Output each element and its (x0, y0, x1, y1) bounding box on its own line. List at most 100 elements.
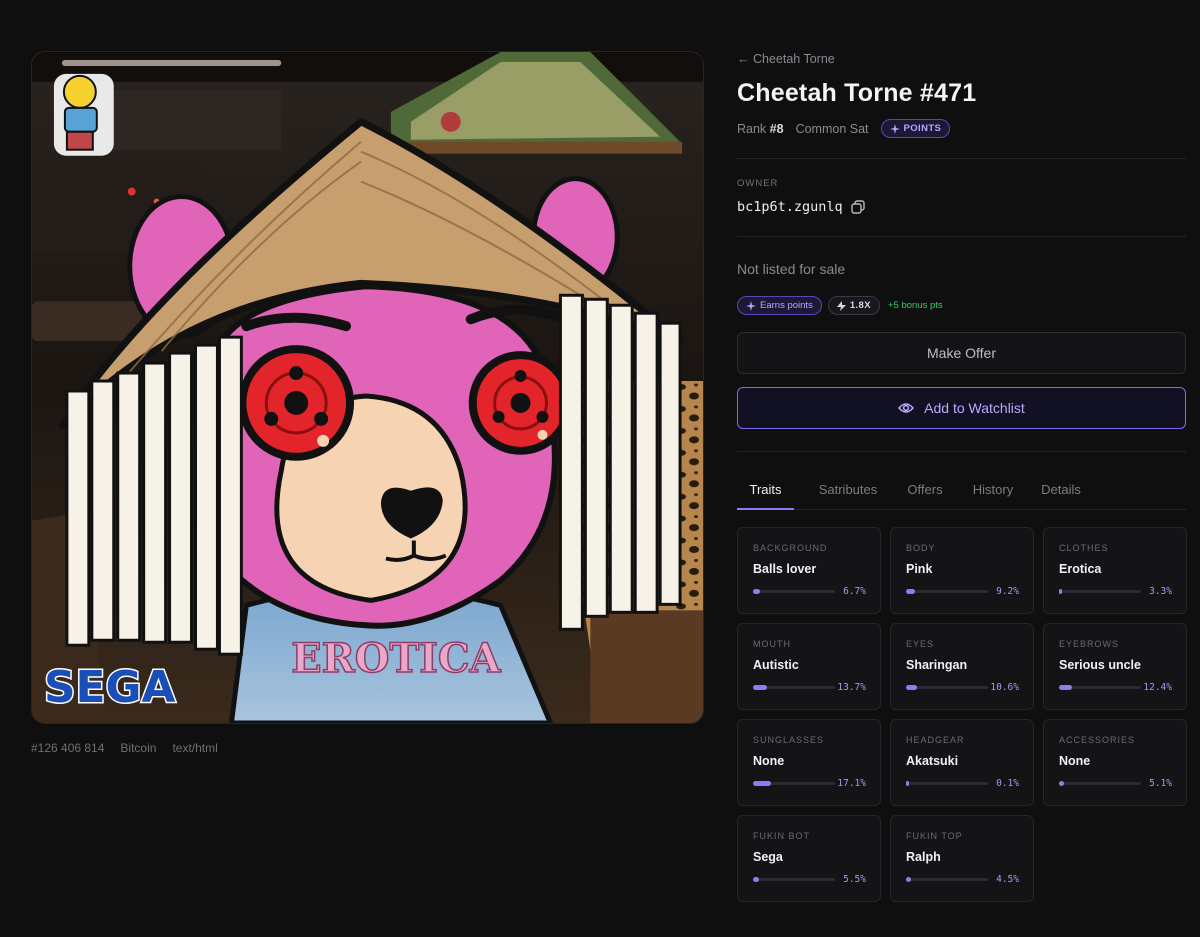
trait-type: CLOTHES (1059, 543, 1109, 553)
trait-rarity-bar (906, 877, 988, 882)
trait-type: BODY (906, 543, 936, 553)
trait-rarity-fill (906, 589, 916, 594)
earns-points-badge[interactable]: Earns points (737, 296, 822, 315)
trait-type: FUKIN TOP (906, 831, 963, 841)
trait-card[interactable]: SUNGLASSES None 17.1% (737, 719, 881, 806)
collection-back-link[interactable]: ← Cheetah Torne (737, 52, 835, 66)
sparkle-icon (746, 300, 756, 311)
trait-rarity-bar (753, 781, 835, 786)
make-offer-label: Make Offer (927, 345, 996, 361)
bonus-points: +5 bonus pts (887, 300, 943, 311)
trait-rarity-bar (1059, 589, 1141, 594)
owner-address[interactable]: bc1p6t.zgunlq (737, 199, 865, 215)
trait-rarity-fill (1059, 781, 1065, 786)
tab-label: Details (1041, 482, 1081, 497)
trait-percent: 9.2% (996, 586, 1019, 597)
trait-rarity-fill (1059, 685, 1072, 690)
trait-rarity-fill (753, 877, 759, 882)
trait-type: EYEBROWS (1059, 639, 1120, 649)
copy-icon[interactable] (850, 200, 865, 214)
divider (737, 236, 1186, 237)
trait-percent: 17.1% (837, 778, 866, 789)
trait-percent: 5.5% (843, 874, 866, 885)
sparkle-icon (889, 123, 900, 134)
divider (737, 451, 1186, 452)
divider (737, 158, 1186, 159)
trait-card[interactable]: EYES Sharingan 10.6% (890, 623, 1034, 710)
trait-value: Sega (753, 850, 783, 864)
trait-card[interactable]: BODY Pink 9.2% (890, 527, 1034, 614)
trait-rarity-bar (906, 685, 988, 690)
collection-link-label[interactable]: ← Cheetah Torne (737, 52, 835, 66)
trait-value: Autistic (753, 658, 799, 672)
tab-traits[interactable]: Traits (737, 473, 794, 510)
page-title: Cheetah Torne #471 (737, 79, 977, 107)
trait-card[interactable]: FUKIN BOT Sega 5.5% (737, 815, 881, 902)
multiplier-value: 1.8X (849, 300, 871, 311)
trait-card[interactable]: FUKIN TOP Ralph 4.5% (890, 815, 1034, 902)
tab-history[interactable]: History (968, 473, 1018, 509)
watchlist-label: Add to Watchlist (924, 400, 1025, 416)
trait-card[interactable]: HEADGEAR Akatsuki 0.1% (890, 719, 1034, 806)
rank-info: Rank #8 (737, 122, 784, 136)
tab-label: Offers (907, 482, 943, 497)
trait-percent: 5.1% (1149, 778, 1172, 789)
chain-label: Bitcoin (120, 741, 157, 755)
trait-percent: 3.3% (1149, 586, 1172, 597)
asset-meta: #126 406 814 Bitcoin text/html (31, 741, 218, 755)
tab-details[interactable]: Details (1036, 473, 1086, 509)
trait-type: MOUTH (753, 639, 791, 649)
trait-value: Serious uncle (1059, 658, 1141, 672)
trait-type: ACCESSORIES (1059, 735, 1136, 745)
trait-rarity-fill (753, 589, 760, 594)
listing-status: Not listed for sale (737, 261, 846, 277)
tab-offers[interactable]: Offers (900, 473, 950, 509)
svg-text:SEGA: SEGA (44, 662, 176, 713)
ralph-sticker (53, 73, 114, 156)
trait-value: None (753, 754, 785, 768)
trait-percent: 13.7% (837, 682, 866, 693)
trait-rarity-bar (1059, 781, 1141, 786)
trait-card[interactable]: EYEBROWS Serious uncle 12.4% (1043, 623, 1187, 710)
owner-label: OWNER (737, 178, 779, 189)
rank-row: Rank #8 Common Sat POINTS (737, 119, 951, 138)
make-offer-button[interactable]: Make Offer (737, 332, 1186, 374)
trait-type: FUKIN BOT (753, 831, 811, 841)
trait-rarity-fill (906, 781, 909, 786)
trait-rarity-bar (1059, 685, 1141, 690)
trait-value: Erotica (1059, 562, 1102, 576)
trait-value: Ralph (906, 850, 941, 864)
trait-percent: 6.7% (843, 586, 866, 597)
tab-label: Satributes (818, 482, 878, 497)
trait-type: BACKGROUND (753, 543, 828, 553)
trait-card[interactable]: CLOTHES Erotica 3.3% (1043, 527, 1187, 614)
rank-label: Rank (737, 121, 767, 136)
trait-rarity-fill (753, 685, 768, 690)
trait-card[interactable]: ACCESSORIES None 5.1% (1043, 719, 1187, 806)
trait-rarity-bar (753, 589, 835, 594)
points-badge-label: POINTS (903, 123, 942, 134)
trait-value: None (1059, 754, 1091, 768)
trait-type: SUNGLASSES (753, 735, 825, 745)
tab-label: History (972, 482, 1014, 497)
traits-grid: BACKGROUND Balls lover 6.7% BODY Pink 9.… (737, 527, 1187, 902)
points-badge[interactable]: POINTS (880, 119, 951, 138)
nft-artwork[interactable]: EROTICA SEGA (31, 51, 704, 724)
trait-percent: 10.6% (990, 682, 1019, 693)
sat-type: Common Sat (795, 121, 869, 136)
tab-satributes[interactable]: Satributes (806, 473, 890, 509)
trait-card[interactable]: BACKGROUND Balls lover 6.7% (737, 527, 881, 614)
trait-rarity-fill (753, 781, 771, 786)
eye-icon (898, 403, 915, 413)
detail-tabs: Traits Satributes Offers History Details (737, 473, 1186, 510)
add-to-watchlist-button[interactable]: Add to Watchlist (737, 387, 1186, 429)
multiplier-badge: 1.8X (827, 296, 880, 315)
trait-value: Pink (906, 562, 933, 576)
owner-address-text[interactable]: bc1p6t.zgunlq (737, 199, 843, 215)
trait-value: Sharingan (906, 658, 968, 672)
bolt-icon (836, 300, 846, 311)
trait-rarity-bar (753, 877, 835, 882)
inscription-number: #126 406 814 (31, 741, 105, 755)
trait-card[interactable]: MOUTH Autistic 13.7% (737, 623, 881, 710)
earns-points-label: Earns points (760, 300, 813, 311)
